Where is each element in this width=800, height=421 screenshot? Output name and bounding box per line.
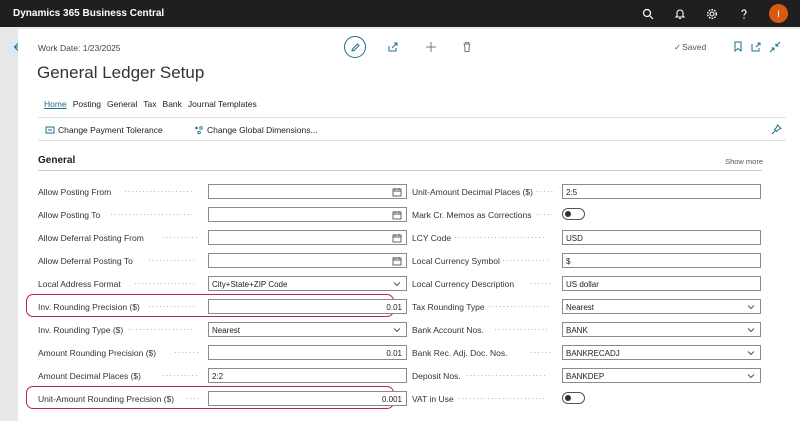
field-unit-amount-rounding-precision: Unit-Amount Rounding Precision ($) ···· … [38, 391, 407, 406]
tab-tax[interactable]: Tax [143, 99, 156, 109]
field-inv-rounding-precision: Inv. Rounding Precision ($) ············… [38, 299, 407, 314]
calendar-icon[interactable] [392, 210, 402, 220]
search-icon[interactable] [641, 7, 655, 21]
chevron-down-icon[interactable] [392, 325, 402, 335]
pencil-icon [350, 42, 360, 52]
settings-gear-icon[interactable] [705, 7, 719, 21]
allow-deferral-posting-from-input[interactable] [208, 230, 407, 245]
notification-bell-icon[interactable] [673, 7, 687, 21]
field-mark-cr-memos-as-corrections: Mark Cr. Memos as Corrections ····· [412, 207, 762, 222]
dimensions-icon [195, 126, 203, 135]
lcy-code-input[interactable]: USD [562, 230, 761, 245]
action-tabs: Home Posting General Tax Bank Journal Te… [44, 99, 263, 109]
change-payment-tolerance-button[interactable]: Change Payment Tolerance [45, 125, 163, 135]
inv-rounding-precision-input[interactable]: 0.01 [208, 299, 407, 314]
delete-trash-icon[interactable] [460, 40, 473, 53]
chevron-down-icon[interactable] [392, 279, 402, 289]
chevron-down-icon[interactable] [746, 348, 756, 358]
user-avatar[interactable]: I [769, 4, 788, 23]
personalize-pin-icon[interactable] [771, 124, 782, 137]
help-icon[interactable] [737, 7, 751, 21]
section-title-general[interactable]: General [38, 155, 75, 166]
open-new-window-icon[interactable] [749, 40, 762, 53]
bank-rec-adj-doc-nos-select[interactable]: BANKRECADJ [562, 345, 761, 360]
saved-status: ✓Saved [674, 42, 707, 52]
edit-button[interactable] [344, 36, 366, 58]
section-divider [38, 170, 762, 171]
share-icon[interactable] [386, 40, 399, 53]
field-deposit-nos: Deposit Nos. ······················ BANK… [412, 368, 762, 383]
new-plus-icon[interactable] [424, 40, 437, 53]
field-allow-posting-from: Allow Posting From ··················· [38, 184, 407, 199]
tab-general[interactable]: General [107, 99, 137, 109]
field-local-address-format: Local Address Format ················· C… [38, 276, 407, 291]
field-inv-rounding-type: Inv. Rounding Type ($) ·················… [38, 322, 407, 337]
amount-decimal-places-input[interactable]: 2:2 [208, 368, 407, 383]
field-local-currency-symbol: Local Currency Symbol ············· $ [412, 253, 762, 268]
collapse-icon[interactable] [768, 40, 781, 53]
work-date[interactable]: Work Date: 1/23/2025 [38, 43, 121, 53]
inv-rounding-type-select[interactable]: Nearest [208, 322, 407, 337]
field-amount-rounding-precision: Amount Rounding Precision ($) ······· 0.… [38, 345, 407, 360]
amount-rounding-precision-input[interactable]: 0.01 [208, 345, 407, 360]
field-allow-deferral-posting-from: Allow Deferral Posting From ·········· [38, 230, 407, 245]
field-unit-amount-decimal-places: Unit-Amount Decimal Places ($) ····· 2:5 [412, 184, 762, 199]
action-bar: Change Payment Tolerance Change Global D… [38, 117, 786, 141]
calendar-icon[interactable] [392, 187, 402, 197]
field-bank-rec-adj-doc-nos: Bank Rec. Adj. Doc. Nos. ······ BANKRECA… [412, 345, 762, 360]
field-amount-decimal-places: Amount Decimal Places ($) ·········· 2:2 [38, 368, 407, 383]
allow-posting-from-input[interactable] [208, 184, 407, 199]
chevron-down-icon[interactable] [746, 325, 756, 335]
tax-rounding-type-select[interactable]: Nearest [562, 299, 761, 314]
field-local-currency-description: Local Currency Description ······ US dol… [412, 276, 762, 291]
app-bar: Dynamics 365 Business Central I [0, 0, 800, 27]
allow-posting-to-input[interactable] [208, 207, 407, 222]
bank-account-nos-select[interactable]: BANK [562, 322, 761, 337]
local-currency-description-input[interactable]: US dollar [562, 276, 761, 291]
payment-tolerance-icon [45, 126, 55, 134]
field-lcy-code: LCY Code ························· USD [412, 230, 762, 245]
local-currency-symbol-input[interactable]: $ [562, 253, 761, 268]
field-allow-deferral-posting-to: Allow Deferral Posting To ············· [38, 253, 407, 268]
field-vat-in-use: VAT in Use ························ [412, 391, 762, 406]
tab-bank[interactable]: Bank [163, 99, 182, 109]
tab-posting[interactable]: Posting [73, 99, 101, 109]
page-title: General Ledger Setup [37, 63, 205, 82]
vat-in-use-toggle[interactable] [562, 392, 585, 404]
chevron-down-icon[interactable] [746, 371, 756, 381]
field-tax-rounding-type: Tax Rounding Type ················· Near… [412, 299, 762, 314]
field-bank-account-nos: Bank Account Nos. ··············· BANK [412, 322, 762, 337]
change-global-dimensions-button[interactable]: Change Global Dimensions... [194, 125, 318, 135]
tab-journal-templates[interactable]: Journal Templates [188, 99, 257, 109]
unit-amount-rounding-precision-input[interactable]: 0.001 [208, 391, 407, 406]
field-allow-posting-to: Allow Posting To ······················· [38, 207, 407, 222]
calendar-icon[interactable] [392, 256, 402, 266]
mark-cr-memos-toggle[interactable] [562, 208, 585, 220]
app-title[interactable]: Dynamics 365 Business Central [13, 8, 164, 19]
bookmark-icon[interactable] [731, 40, 744, 53]
allow-deferral-posting-to-input[interactable] [208, 253, 407, 268]
show-more-link[interactable]: Show more [725, 157, 763, 166]
local-address-format-select[interactable]: City+State+ZIP Code [208, 276, 407, 291]
tab-home[interactable]: Home [44, 99, 67, 109]
calendar-icon[interactable] [392, 233, 402, 243]
checkmark-icon: ✓ [674, 42, 682, 52]
deposit-nos-select[interactable]: BANKDEP [562, 368, 761, 383]
unit-amount-decimal-places-input[interactable]: 2:5 [562, 184, 761, 199]
page-card: Work Date: 1/23/2025 General Ledger Setu… [18, 29, 800, 421]
chevron-down-icon[interactable] [746, 302, 756, 312]
